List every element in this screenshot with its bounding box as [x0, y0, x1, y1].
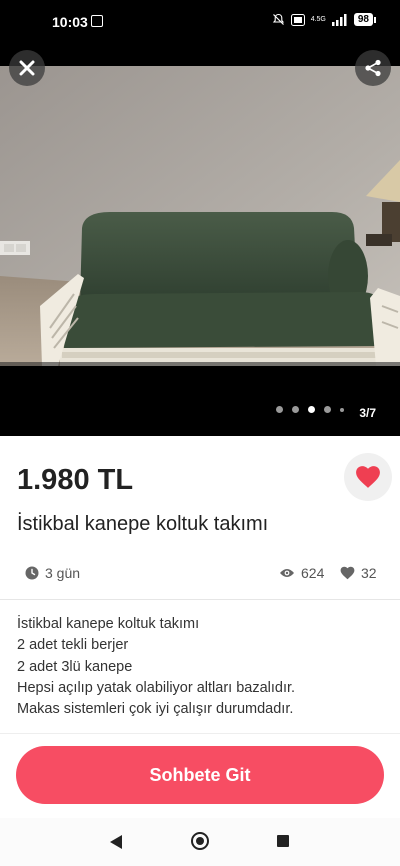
divider	[0, 599, 400, 600]
view-count: 624	[279, 565, 324, 581]
pagination-dot[interactable]	[276, 406, 283, 413]
pagination-dot-active[interactable]	[308, 406, 315, 413]
close-button[interactable]	[9, 50, 45, 86]
description-line: 2 adet tekli berjer	[17, 637, 129, 654]
pagination-dot-more	[340, 407, 344, 412]
posted-time: 3 gün	[25, 565, 80, 581]
chat-button[interactable]: Sohbete Git	[16, 746, 384, 804]
notification-icon	[91, 15, 103, 27]
mute-icon	[272, 13, 284, 25]
eye-icon	[280, 569, 294, 577]
description-line: 2 adet 3lü kanepe	[17, 658, 133, 675]
status-time: 10:03	[52, 14, 88, 30]
listing-photo[interactable]	[0, 66, 400, 366]
photo-counter: 3/7	[359, 406, 376, 420]
network-label: 4.5G	[310, 16, 326, 23]
listing-price: 1.980 TL	[17, 464, 134, 496]
recents-icon[interactable]	[277, 835, 289, 847]
battery-indicator: 98	[353, 13, 376, 26]
posted-time-text: 3 gün	[45, 565, 81, 581]
view-count-text: 624	[301, 565, 325, 581]
description-line: Makas sistemleri çok iyi çalışır durumda…	[17, 701, 294, 718]
status-indicators: 4.5G 98	[272, 13, 376, 26]
back-icon[interactable]	[110, 835, 122, 849]
description-line: Hepsi açılıp yatak olabiliyor altları ba…	[17, 679, 296, 696]
like-count-text: 32	[361, 565, 377, 581]
favorite-button[interactable]	[344, 453, 392, 501]
description-line: İstikbal kanepe koltuk takımı	[17, 616, 200, 632]
status-bar: 10:03 4.5G 98	[0, 0, 400, 38]
listing-title: İstikbal kanepe koltuk takımı	[17, 513, 269, 535]
share-button[interactable]	[355, 50, 391, 86]
battery-level: 98	[353, 13, 373, 26]
pagination-dot[interactable]	[292, 406, 299, 413]
listing-description: İstikbal kanepe koltuk takımı 2 adet tek…	[17, 614, 295, 720]
pagination-dot[interactable]	[324, 406, 331, 413]
gallery-pagination	[276, 406, 344, 413]
volte-icon	[290, 13, 305, 26]
photo-gallery[interactable]: 3/7	[0, 38, 400, 436]
share-icon	[365, 59, 381, 77]
heart-outline-icon	[340, 566, 355, 580]
signal-icon	[331, 13, 347, 26]
close-icon	[19, 60, 35, 76]
home-icon[interactable]	[191, 832, 209, 850]
like-count: 32	[340, 565, 377, 581]
system-nav-bar	[0, 818, 400, 866]
bottom-action-bar: Sohbete Git	[0, 733, 400, 818]
clock-icon	[25, 566, 39, 580]
heart-icon	[356, 466, 380, 488]
